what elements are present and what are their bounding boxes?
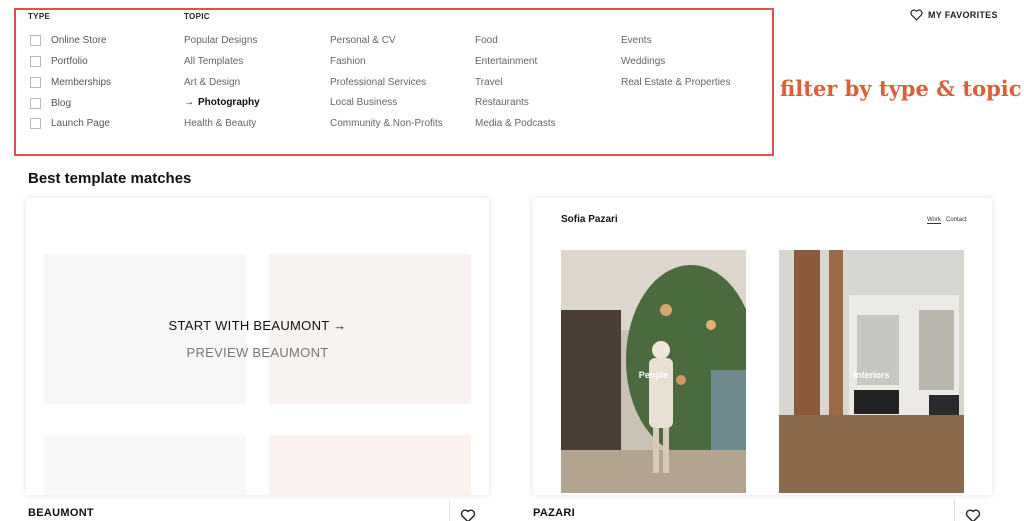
section-title: Best template matches: [28, 170, 192, 187]
type-filter-blog[interactable]: Blog: [30, 98, 71, 109]
checkbox[interactable]: [30, 35, 41, 46]
type-heading: TYPE: [28, 12, 51, 21]
type-filter-online-store[interactable]: Online Store: [30, 35, 107, 46]
type-label: Portfolio: [51, 56, 88, 67]
template-card-pazari[interactable]: Sofia Pazari Work Contact People Interio…: [533, 198, 992, 495]
checkbox[interactable]: [30, 56, 41, 67]
topic-weddings[interactable]: Weddings: [621, 56, 665, 67]
topic-personal-cv[interactable]: Personal & CV: [330, 35, 396, 46]
topic-art-design[interactable]: Art & Design: [184, 77, 240, 88]
annotation-text: filter by type & topic: [780, 76, 1022, 101]
topic-fashion[interactable]: Fashion: [330, 56, 366, 67]
topic-events[interactable]: Events: [621, 35, 652, 46]
site-name: Sofia Pazari: [561, 214, 618, 225]
site-nav-work[interactable]: Work: [927, 217, 941, 224]
photo-people[interactable]: People: [561, 250, 746, 493]
type-filter-portfolio[interactable]: Portfolio: [30, 56, 88, 67]
checkbox[interactable]: [30, 77, 41, 88]
type-filter-memberships[interactable]: Memberships: [30, 77, 111, 88]
my-favorites-link[interactable]: MY FAVORITES: [910, 9, 998, 21]
template-card-beaumont[interactable]: START WITH BEAUMONT → PREVIEW BEAUMONT: [26, 198, 489, 495]
divider: [954, 500, 955, 521]
checkbox[interactable]: [30, 98, 41, 109]
preview-template-link[interactable]: PREVIEW BEAUMONT: [26, 345, 489, 360]
topic-heading: TOPIC: [184, 12, 210, 21]
topic-professional-services[interactable]: Professional Services: [330, 77, 426, 88]
photo-label-people: People: [638, 370, 669, 380]
divider: [449, 500, 450, 521]
topic-community-non-profits[interactable]: Community & Non-Profits: [330, 118, 443, 129]
topic-entertainment[interactable]: Entertainment: [475, 56, 537, 67]
template-name-pazari[interactable]: PAZARI: [533, 507, 575, 519]
topic-travel[interactable]: Travel: [475, 77, 502, 88]
heart-icon: [910, 9, 923, 21]
topic-photography[interactable]: → Photography: [184, 97, 260, 108]
topic-label: Photography: [198, 97, 260, 108]
topic-health-beauty[interactable]: Health & Beauty: [184, 118, 256, 129]
type-filter-launch-page[interactable]: Launch Page: [30, 118, 110, 129]
start-with-template-link[interactable]: START WITH BEAUMONT →: [26, 318, 489, 333]
photo-interiors[interactable]: Interiors: [779, 250, 964, 493]
topic-real-estate-properties[interactable]: Real Estate & Properties: [621, 77, 731, 88]
topic-popular-designs[interactable]: Popular Designs: [184, 35, 257, 46]
type-label: Blog: [51, 98, 72, 109]
topic-restaurants[interactable]: Restaurants: [475, 97, 529, 108]
type-label: Online Store: [51, 35, 107, 46]
topic-local-business[interactable]: Local Business: [330, 97, 397, 108]
favorite-heart-icon[interactable]: [460, 509, 476, 521]
favorites-label: MY FAVORITES: [928, 10, 998, 20]
checkbox[interactable]: [30, 118, 41, 129]
arrow-right-icon: →: [184, 97, 194, 108]
template-name-beaumont[interactable]: BEAUMONT: [28, 507, 94, 519]
favorite-heart-icon[interactable]: [965, 509, 981, 521]
topic-media-podcasts[interactable]: Media & Podcasts: [475, 118, 556, 129]
type-label: Memberships: [51, 77, 112, 88]
type-label: Launch Page: [51, 118, 110, 129]
site-nav-contact[interactable]: Contact: [946, 217, 967, 223]
photo-label-interiors: Interiors: [853, 370, 890, 380]
topic-all-templates[interactable]: All Templates: [184, 56, 243, 67]
topic-food[interactable]: Food: [475, 35, 498, 46]
